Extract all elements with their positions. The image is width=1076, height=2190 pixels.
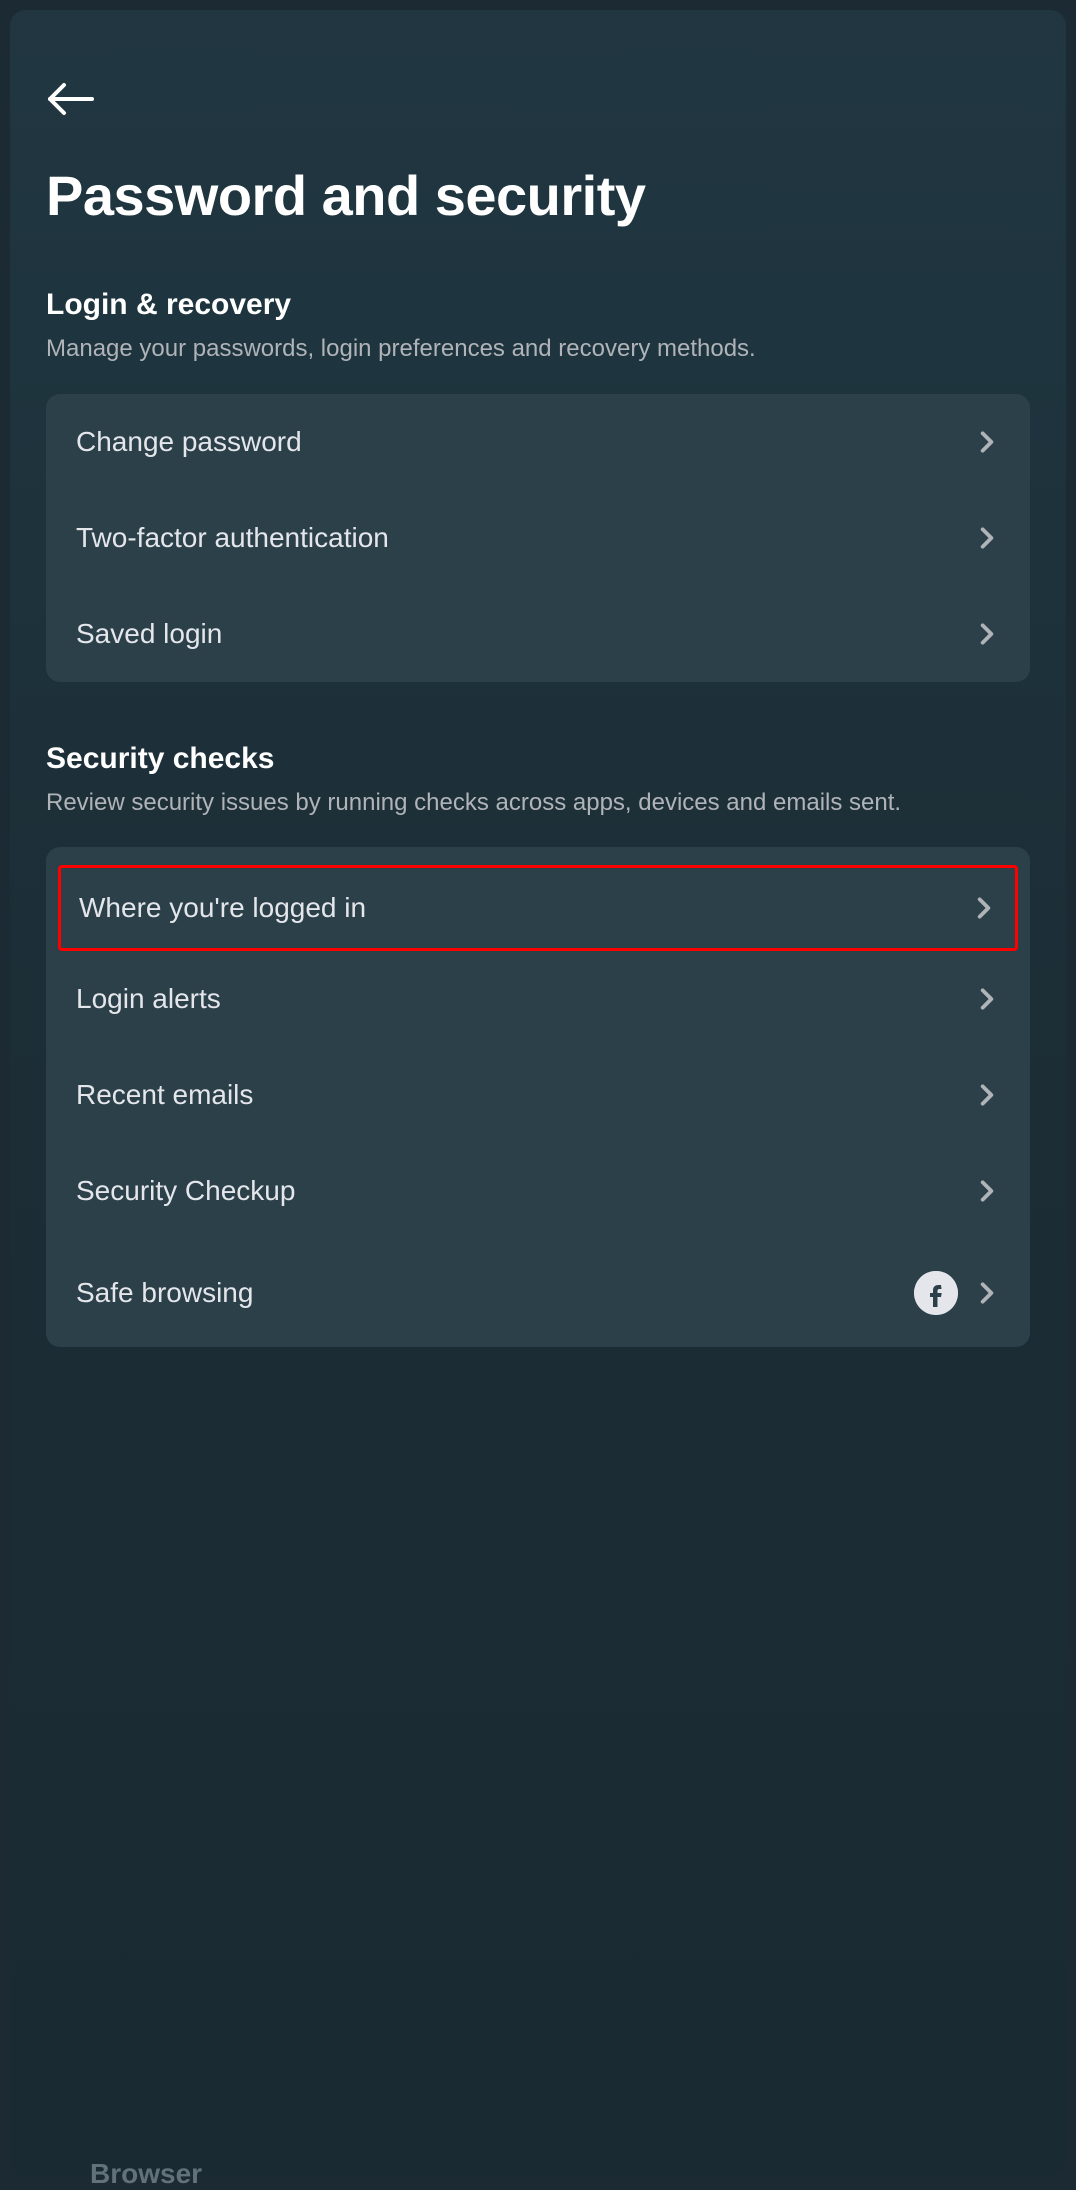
list-item-label: Safe browsing <box>76 1277 253 1309</box>
arrow-left-icon <box>46 105 94 122</box>
item-saved-login[interactable]: Saved login <box>46 586 1030 682</box>
list-item-label: Security Checkup <box>76 1175 295 1207</box>
list-item-label: Recent emails <box>76 1079 253 1111</box>
chevron-right-icon <box>971 895 997 921</box>
page-title: Password and security <box>46 163 1030 228</box>
list-item-label: Change password <box>76 426 302 458</box>
chevron-right-icon <box>974 429 1000 455</box>
list-item-label: Where you're logged in <box>79 892 366 924</box>
item-two-factor-auth[interactable]: Two-factor authentication <box>46 490 1030 586</box>
list-item-label: Two-factor authentication <box>76 522 389 554</box>
facebook-icon <box>914 1271 958 1315</box>
section-security-checks: Security checks Review security issues b… <box>46 742 1030 1348</box>
settings-panel: Password and security Login & recovery M… <box>10 10 1066 2176</box>
card-login-recovery: Change password Two-factor authenticatio… <box>46 394 1030 682</box>
list-item-label: Login alerts <box>76 983 221 1015</box>
list-item-right <box>914 1271 1000 1315</box>
section-title: Security checks <box>46 742 1030 776</box>
back-button[interactable] <box>46 80 94 123</box>
item-login-alerts[interactable]: Login alerts <box>46 951 1030 1047</box>
item-safe-browsing[interactable]: Safe browsing <box>46 1239 1030 1347</box>
chevron-right-icon <box>974 1178 1000 1204</box>
section-subtitle: Review security issues by running checks… <box>46 786 1030 820</box>
item-where-logged-in[interactable]: Where you're logged in <box>58 865 1018 951</box>
chevron-right-icon <box>974 1280 1000 1306</box>
list-item-label: Saved login <box>76 618 222 650</box>
card-security-checks: Where you're logged in Login alerts Rece… <box>46 847 1030 1347</box>
chevron-right-icon <box>974 986 1000 1012</box>
chevron-right-icon <box>974 1082 1000 1108</box>
item-recent-emails[interactable]: Recent emails <box>46 1047 1030 1143</box>
section-title: Login & recovery <box>46 288 1030 322</box>
chevron-right-icon <box>974 621 1000 647</box>
chevron-right-icon <box>974 525 1000 551</box>
item-security-checkup[interactable]: Security Checkup <box>46 1143 1030 1239</box>
section-login-recovery: Login & recovery Manage your passwords, … <box>46 288 1030 682</box>
section-subtitle: Manage your passwords, login preferences… <box>46 332 1030 366</box>
cutoff-text: Browser <box>90 2158 202 2190</box>
item-change-password[interactable]: Change password <box>46 394 1030 490</box>
